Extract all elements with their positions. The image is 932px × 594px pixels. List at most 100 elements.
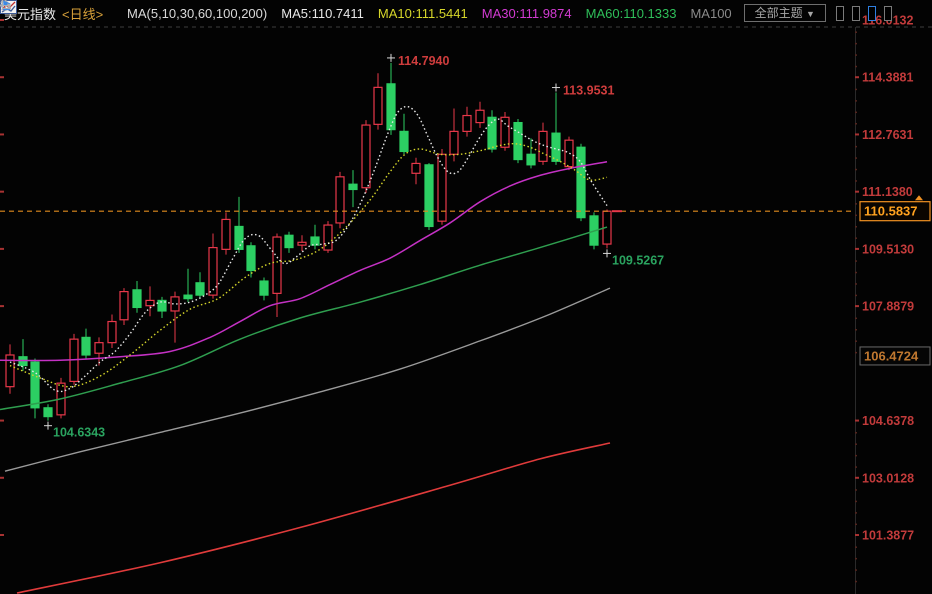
right-axis-tick bbox=[855, 248, 859, 250]
right-axis-tick bbox=[855, 420, 859, 422]
high-price-annotation: 113.9531 bbox=[563, 84, 614, 98]
candle-down bbox=[387, 84, 395, 130]
candle-down bbox=[247, 246, 255, 271]
minor-tick bbox=[855, 260, 857, 262]
candle-up bbox=[120, 292, 128, 320]
ma10-value: MA10:111.5441 bbox=[378, 6, 468, 21]
minor-tick bbox=[855, 466, 857, 468]
y-axis-label: 107.8879 bbox=[862, 300, 914, 314]
minor-tick bbox=[855, 524, 857, 526]
chart-header: 美元指数 <日线> MA(5,10,30,60,100,200) MA5:110… bbox=[0, 0, 932, 26]
left-axis-tick bbox=[0, 133, 4, 135]
minor-tick bbox=[855, 112, 857, 114]
candle-up bbox=[298, 242, 306, 245]
minor-tick bbox=[855, 283, 857, 285]
minor-tick bbox=[855, 157, 857, 159]
y-axis-label: 104.6378 bbox=[862, 414, 914, 428]
minor-tick bbox=[855, 237, 857, 239]
candle-down bbox=[235, 226, 243, 249]
candle-up bbox=[336, 177, 344, 223]
y-axis-label: 111.1380 bbox=[862, 185, 913, 199]
minor-tick bbox=[855, 43, 857, 45]
axis-marker-button[interactable] bbox=[868, 6, 876, 21]
axis-shift-button[interactable] bbox=[884, 6, 892, 21]
left-axis-tick bbox=[0, 420, 4, 422]
high-price-annotation: 114.7940 bbox=[398, 54, 449, 68]
right-axis-tick bbox=[855, 76, 859, 78]
minor-tick bbox=[855, 123, 857, 125]
candle-up bbox=[95, 343, 103, 354]
right-axis-tick bbox=[855, 305, 859, 307]
ma30-value: MA30:111.9874 bbox=[482, 6, 572, 21]
right-axis-tick bbox=[855, 133, 859, 135]
minor-tick bbox=[855, 295, 857, 297]
minor-tick bbox=[855, 226, 857, 228]
theme-dropdown[interactable]: 全部主题 ▼ bbox=[744, 4, 826, 22]
candle-down bbox=[311, 237, 319, 245]
axis-range-button[interactable] bbox=[852, 6, 860, 21]
candle-down bbox=[31, 362, 39, 408]
minor-tick bbox=[855, 340, 857, 342]
ma-line-ma200 bbox=[17, 443, 610, 593]
y-axis-label: 114.3881 bbox=[862, 71, 913, 85]
chevron-down-icon: ▼ bbox=[806, 9, 815, 19]
minor-tick bbox=[855, 569, 857, 571]
reference-price-value: 106.4724 bbox=[864, 348, 919, 363]
left-axis-tick bbox=[0, 248, 4, 250]
candle-down bbox=[349, 184, 357, 189]
candle-down bbox=[196, 283, 204, 295]
left-axis-tick bbox=[0, 191, 4, 193]
minor-tick bbox=[855, 581, 857, 583]
low-price-annotation: 104.6343 bbox=[53, 426, 105, 440]
candle-up bbox=[171, 297, 179, 311]
candle-up bbox=[374, 87, 382, 124]
candle-down bbox=[285, 235, 293, 247]
candle-up bbox=[108, 322, 116, 343]
ma60-value: MA60:110.1333 bbox=[586, 6, 677, 21]
candle-down bbox=[133, 290, 141, 308]
pan-tool-button[interactable] bbox=[836, 6, 844, 21]
minor-tick bbox=[855, 54, 857, 56]
ma100-value: MA100 bbox=[690, 6, 731, 21]
minor-tick bbox=[855, 455, 857, 457]
minor-tick bbox=[855, 100, 857, 102]
left-axis-tick bbox=[0, 534, 4, 536]
right-axis-tick bbox=[855, 477, 859, 479]
candle-up bbox=[362, 125, 370, 188]
minor-tick bbox=[855, 31, 857, 33]
candle-down bbox=[184, 295, 192, 299]
candle-up bbox=[324, 225, 332, 250]
low-price-annotation: 109.5267 bbox=[612, 253, 664, 267]
minor-tick bbox=[855, 352, 857, 354]
candle-up bbox=[209, 248, 217, 296]
minor-tick bbox=[855, 146, 857, 148]
minor-tick bbox=[855, 169, 857, 171]
minor-tick bbox=[855, 443, 857, 445]
candle-up bbox=[412, 163, 420, 173]
minor-tick bbox=[855, 272, 857, 274]
period-label: <日线> bbox=[62, 4, 103, 23]
candlestick-chart-surface[interactable]: 116.0132114.3881112.7631111.1380109.5130… bbox=[0, 0, 932, 594]
candle-up bbox=[539, 131, 547, 161]
candle-up bbox=[273, 237, 281, 293]
left-axis-tick bbox=[0, 477, 4, 479]
y-axis-label: 103.0128 bbox=[862, 471, 914, 485]
left-axis-tick bbox=[0, 305, 4, 307]
y-axis-label: 109.5130 bbox=[862, 242, 914, 256]
candle-up bbox=[463, 116, 471, 132]
minor-tick bbox=[855, 180, 857, 182]
current-price-value: 110.5837 bbox=[864, 204, 918, 219]
minor-tick bbox=[855, 215, 857, 217]
axis-shift-icon bbox=[0, 0, 11, 11]
candle-up bbox=[476, 110, 484, 122]
candle-down bbox=[260, 281, 268, 295]
indicator-chart-icon[interactable] bbox=[111, 6, 119, 20]
candle-up bbox=[565, 140, 573, 166]
minor-tick bbox=[855, 89, 857, 91]
candle-down bbox=[514, 123, 522, 160]
price-up-arrow-icon bbox=[915, 195, 923, 200]
candle-up bbox=[146, 300, 154, 305]
left-axis-tick bbox=[0, 76, 4, 78]
right-axis-tick bbox=[855, 191, 859, 193]
candle-up bbox=[222, 219, 230, 249]
